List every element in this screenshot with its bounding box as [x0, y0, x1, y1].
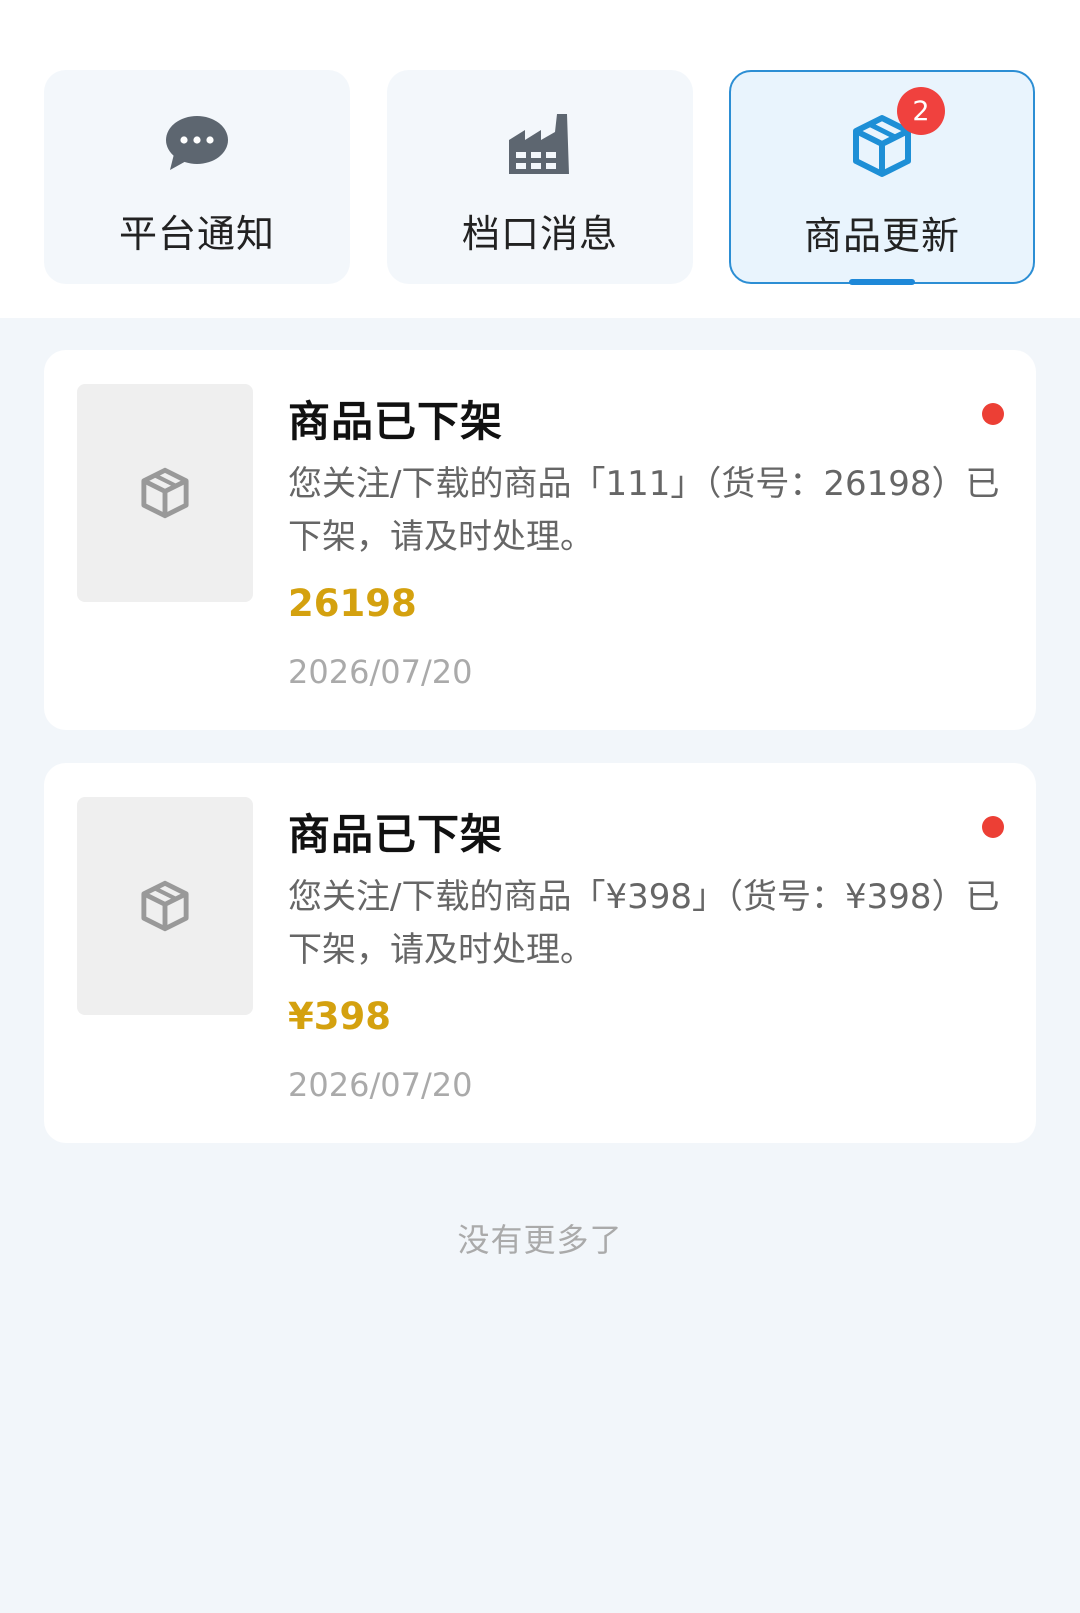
unread-dot: [982, 816, 1004, 838]
unread-dot: [982, 403, 1004, 425]
factory-icon: [504, 108, 576, 180]
notification-date: 2026/07/20: [288, 653, 473, 691]
package-icon: [141, 880, 189, 932]
chat-bubble-icon: [161, 108, 233, 180]
package-icon: [141, 467, 189, 519]
tab-label: 档口消息: [461, 212, 618, 256]
tab-stall-messages[interactable]: 档口消息: [387, 70, 693, 284]
product-thumbnail: [77, 797, 253, 1015]
notification-date: 2026/07/20: [288, 1066, 473, 1104]
unread-count-badge: 2: [897, 87, 945, 135]
active-tab-indicator: [849, 279, 915, 285]
product-thumbnail: [77, 384, 253, 602]
product-code: ¥398: [288, 995, 391, 1038]
tab-label: 商品更新: [803, 214, 960, 258]
tab-product-updates[interactable]: 2 商品更新: [729, 70, 1035, 285]
tab-header: 平台通知 档口消息 2 商品更新: [0, 0, 1080, 318]
tab-label: 平台通知: [118, 212, 275, 256]
no-more-text: 没有更多了: [457, 1221, 623, 1259]
notification-description: 您关注/下载的商品「111」（货号：26198）已下架，请及时处理。: [288, 464, 1000, 557]
notification-card[interactable]: 商品已下架 您关注/下载的商品「¥398」（货号：¥398）已下架，请及时处理。…: [44, 763, 1036, 1143]
notification-description: 您关注/下载的商品「¥398」（货号：¥398）已下架，请及时处理。: [288, 877, 1000, 970]
notification-title: 商品已下架: [288, 397, 504, 446]
notification-card[interactable]: 商品已下架 您关注/下载的商品「111」（货号：26198）已下架，请及时处理。…: [44, 350, 1036, 730]
tab-platform-notice[interactable]: 平台通知: [44, 70, 350, 284]
notification-title: 商品已下架: [288, 810, 504, 859]
product-code: 26198: [288, 582, 417, 625]
